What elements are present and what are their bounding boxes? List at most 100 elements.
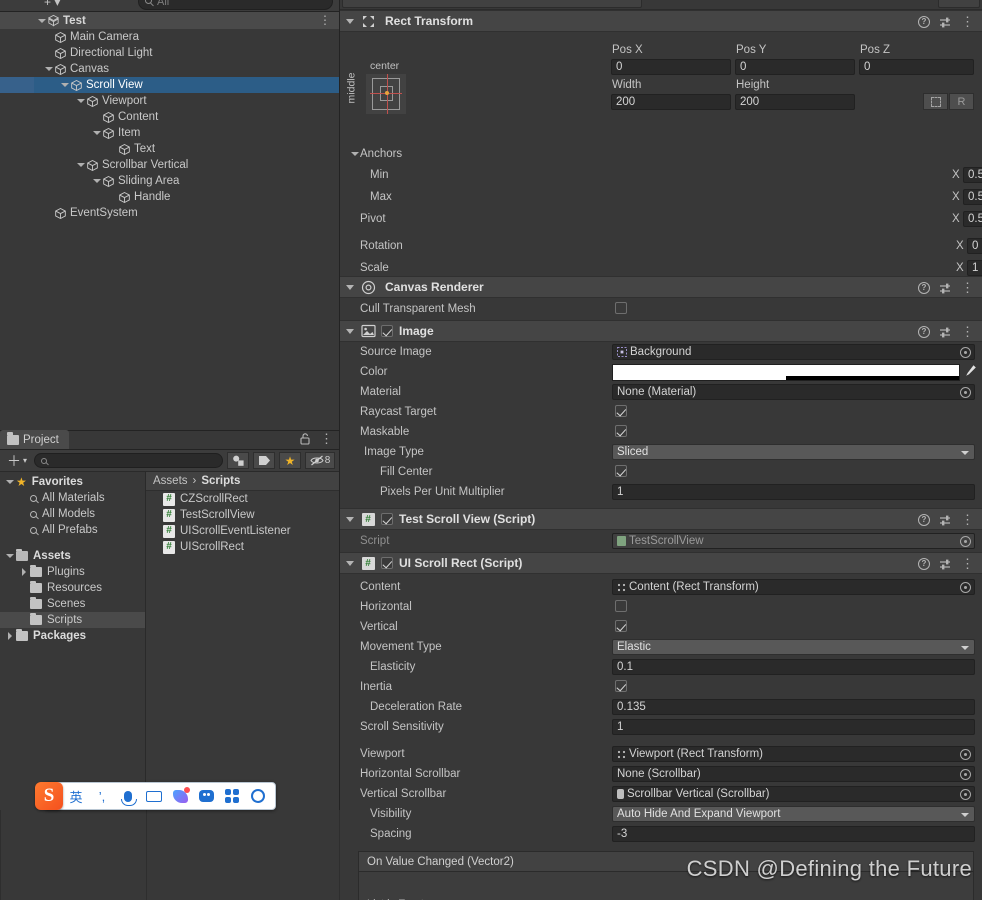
movement-type-dropdown[interactable]: Elastic bbox=[612, 639, 975, 655]
pixels-per-unit-input[interactable]: 1 bbox=[612, 484, 975, 500]
object-picker-icon[interactable] bbox=[960, 789, 971, 800]
sogou-logo-icon[interactable]: S bbox=[35, 782, 63, 810]
keyboard-icon[interactable] bbox=[141, 782, 167, 810]
project-tree-item-plugins[interactable]: Plugins bbox=[0, 564, 145, 580]
scroll-sensitivity-input[interactable]: 1 bbox=[612, 719, 975, 735]
tab-project[interactable]: Project bbox=[0, 430, 69, 449]
anchor-max-x-input[interactable]: 0.5 bbox=[963, 189, 982, 205]
help-icon[interactable]: ? bbox=[918, 558, 930, 570]
filter-by-type-button[interactable] bbox=[227, 452, 249, 469]
help-icon[interactable]: ? bbox=[918, 282, 930, 294]
breadcrumb-parent[interactable]: Assets bbox=[153, 475, 188, 487]
help-icon[interactable]: ? bbox=[918, 16, 930, 28]
filter-by-label-button[interactable] bbox=[253, 452, 275, 469]
chevron-right-icon[interactable] bbox=[4, 628, 16, 644]
lock-open-icon[interactable] bbox=[300, 433, 311, 445]
script-enabled-checkbox[interactable] bbox=[381, 557, 393, 569]
maskable-checkbox[interactable] bbox=[615, 425, 627, 437]
pos-z-input[interactable]: 0 bbox=[859, 59, 974, 75]
hierarchy-item-directional-light[interactable]: Directional Light bbox=[0, 45, 339, 61]
pos-y-input[interactable]: 0 bbox=[735, 59, 855, 75]
hierarchy-item-sliding-area[interactable]: Sliding Area bbox=[0, 173, 339, 189]
preset-icon[interactable] bbox=[939, 514, 952, 527]
preset-icon[interactable] bbox=[939, 326, 952, 339]
color-swatch[interactable] bbox=[612, 363, 960, 381]
width-input[interactable]: 200 bbox=[611, 94, 731, 110]
component-header-canvas-renderer[interactable]: Canvas Renderer ? ⋮ bbox=[340, 276, 982, 298]
chevron-down-icon[interactable] bbox=[340, 508, 359, 530]
settings-gear-icon[interactable] bbox=[245, 782, 271, 810]
apps-grid-icon[interactable] bbox=[219, 782, 245, 810]
vertical-scrollbar-field[interactable]: Scrollbar Vertical (Scrollbar) bbox=[612, 786, 975, 802]
component-menu-icon[interactable]: ⋮ bbox=[961, 325, 974, 338]
pos-x-input[interactable]: 0 bbox=[611, 59, 731, 75]
hierarchy-item-viewport[interactable]: Viewport bbox=[0, 93, 339, 109]
anchor-min-x-input[interactable]: 0.5 bbox=[963, 167, 982, 183]
mic-icon[interactable] bbox=[115, 782, 141, 810]
lang-mode-icon[interactable]: 英 bbox=[63, 782, 89, 810]
object-picker-icon[interactable] bbox=[960, 536, 971, 547]
project-search-input[interactable] bbox=[34, 453, 223, 468]
chevron-down-icon[interactable] bbox=[91, 125, 102, 141]
preset-icon[interactable] bbox=[939, 282, 952, 295]
chevron-down-icon[interactable] bbox=[43, 61, 54, 77]
component-menu-icon[interactable]: ⋮ bbox=[961, 15, 974, 28]
image-type-dropdown[interactable]: Sliced bbox=[612, 444, 975, 460]
object-picker-icon[interactable] bbox=[960, 769, 971, 780]
hierarchy-add-button[interactable]: + ▾ bbox=[44, 0, 60, 9]
raycast-target-checkbox[interactable] bbox=[615, 405, 627, 417]
material-field[interactable]: None (Material) bbox=[612, 384, 975, 400]
punctuation-icon[interactable]: ’, bbox=[89, 782, 115, 810]
chevron-down-icon[interactable] bbox=[91, 173, 102, 189]
hierarchy-item-item[interactable]: Item bbox=[0, 125, 339, 141]
skin-icon[interactable] bbox=[167, 782, 193, 810]
hierarchy-search-input[interactable]: All bbox=[138, 0, 333, 10]
inspector-layer-field[interactable] bbox=[938, 0, 980, 8]
component-header-image[interactable]: Image ? ⋮ bbox=[340, 320, 982, 342]
viewport-field[interactable]: Viewport (Rect Transform) bbox=[612, 746, 975, 762]
hierarchy-item-text[interactable]: Text bbox=[0, 141, 339, 157]
asset-item[interactable]: # TestScrollView bbox=[146, 507, 339, 523]
hidden-packages-button[interactable]: 8 bbox=[305, 452, 335, 469]
project-tree-item-resources[interactable]: Resources bbox=[0, 580, 145, 596]
hierarchy-menu-icon[interactable]: ⋮ bbox=[319, 12, 331, 29]
project-tree-item-favorites[interactable]: ★ Favorites bbox=[0, 474, 145, 490]
chevron-right-icon[interactable] bbox=[18, 564, 30, 580]
project-tree-item-all-models[interactable]: All Models bbox=[0, 506, 145, 522]
cull-transparent-mesh-checkbox[interactable] bbox=[615, 302, 627, 314]
scale-x-input[interactable]: 1 bbox=[967, 260, 982, 276]
asset-item[interactable]: # CZScrollRect bbox=[146, 491, 339, 507]
anchor-preset-widget[interactable]: center middle bbox=[345, 60, 426, 122]
object-picker-icon[interactable] bbox=[960, 387, 971, 398]
chevron-down-icon[interactable] bbox=[75, 157, 86, 173]
object-picker-icon[interactable] bbox=[960, 582, 971, 593]
project-tree-item-all-materials[interactable]: All Materials bbox=[0, 490, 145, 506]
spacing-input[interactable]: -3 bbox=[612, 826, 975, 842]
chevron-down-icon[interactable] bbox=[340, 10, 359, 32]
raw-edit-mode-button[interactable]: R bbox=[949, 93, 974, 110]
rotation-x-input[interactable]: 0 bbox=[967, 238, 982, 254]
project-tree-item-scripts[interactable]: Scripts bbox=[0, 612, 145, 628]
chevron-down-icon[interactable] bbox=[340, 276, 359, 298]
preset-icon[interactable] bbox=[939, 16, 952, 29]
horizontal-checkbox[interactable] bbox=[615, 600, 627, 612]
object-picker-icon[interactable] bbox=[960, 749, 971, 760]
chevron-down-icon[interactable] bbox=[75, 93, 86, 109]
breadcrumb-current[interactable]: Scripts bbox=[201, 475, 240, 487]
ime-toolbar[interactable]: S 英 ’, bbox=[35, 782, 276, 810]
fill-center-checkbox[interactable] bbox=[615, 465, 627, 477]
component-header-rect-transform[interactable]: Rect Transform ? ⋮ bbox=[340, 10, 982, 32]
chevron-down-icon[interactable] bbox=[340, 320, 359, 342]
component-menu-icon[interactable]: ⋮ bbox=[961, 557, 974, 570]
chevron-down-icon[interactable] bbox=[59, 77, 70, 93]
chevron-down-icon[interactable] bbox=[4, 548, 16, 564]
chevron-down-icon[interactable] bbox=[349, 146, 360, 162]
help-icon[interactable]: ? bbox=[918, 326, 930, 338]
project-tree-item-packages[interactable]: Packages bbox=[0, 628, 145, 644]
hierarchy-scene-row[interactable]: Test ⋮ bbox=[0, 12, 339, 29]
hierarchy-item-canvas[interactable]: Canvas bbox=[0, 61, 339, 77]
project-menu-icon[interactable]: ⋮ bbox=[320, 432, 333, 445]
chevron-down-icon[interactable] bbox=[4, 474, 16, 490]
visibility-dropdown[interactable]: Auto Hide And Expand Viewport bbox=[612, 806, 975, 822]
chevron-down-icon[interactable] bbox=[36, 13, 47, 29]
